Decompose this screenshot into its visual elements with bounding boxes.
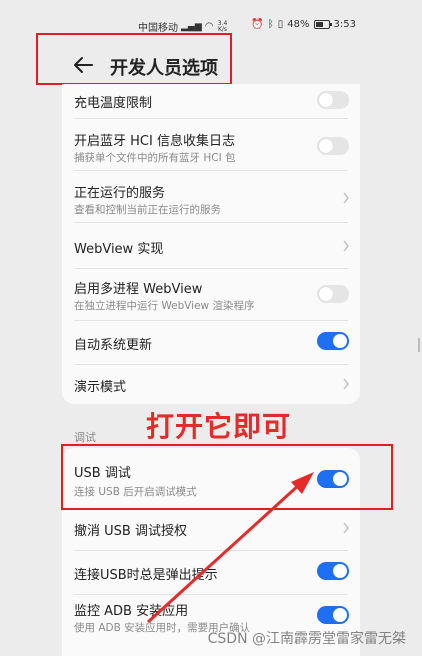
scrollbar[interactable] [418,338,420,352]
watermark: CSDN @江南霹雳堂雷家雷无桀 [207,631,406,647]
annotation-arrow-icon [146,472,314,624]
